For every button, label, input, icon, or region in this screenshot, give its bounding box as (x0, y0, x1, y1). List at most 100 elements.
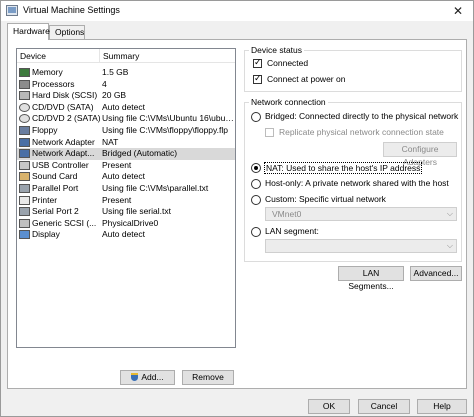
column-header-device[interactable]: Device (20, 51, 46, 61)
device-summary: NAT (102, 136, 119, 147)
device-name: Floppy (32, 124, 58, 135)
device-row-generic-scsi[interactable]: Generic SCSI (... PhysicalDrive0 (17, 218, 235, 230)
device-status-title: Device status (249, 45, 305, 55)
scsi-icon (19, 218, 30, 228)
add-button-label: Add... (141, 372, 164, 382)
title-bar: Virtual Machine Settings ✕ (1, 1, 473, 21)
custom-radio[interactable] (251, 195, 261, 205)
device-summary: Bridged (Automatic) (102, 148, 178, 159)
column-header-summary[interactable]: Summary (99, 49, 139, 63)
lan-segment-select[interactable]: ⌵ (265, 239, 457, 253)
memory-icon (19, 68, 30, 77)
host-only-label[interactable]: Host-only: A private network shared with… (265, 178, 449, 188)
parallel-port-icon (19, 183, 30, 193)
device-summary: PhysicalDrive0 (102, 217, 159, 228)
custom-network-value: VMnet0 (272, 209, 302, 219)
configure-adapters-button[interactable]: Configure Adapters (383, 142, 457, 167)
add-device-button[interactable]: Add... (120, 370, 175, 385)
device-summary: 4 (102, 78, 107, 89)
device-summary: Auto detect (102, 171, 146, 182)
replicate-state-checkbox[interactable] (265, 128, 274, 137)
device-row-printer[interactable]: Printer Present (17, 195, 235, 207)
device-row-cd-dvd-2[interactable]: CD/DVD 2 (SATA) Using file C:\VMs\Ubuntu … (17, 113, 235, 125)
custom-label[interactable]: Custom: Specific virtual network (265, 194, 386, 204)
device-name: Parallel Port (32, 182, 79, 193)
replicate-state-label[interactable]: Replicate physical network connection st… (279, 127, 444, 137)
device-row-hard-disk[interactable]: Hard Disk (SCSI) 20 GB (17, 90, 235, 102)
device-row-usb-controller[interactable]: USB Controller Present (17, 160, 235, 172)
window-title: Virtual Machine Settings (23, 5, 120, 15)
bridged-label[interactable]: Bridged: Connected directly to the physi… (265, 111, 458, 121)
printer-icon (19, 195, 30, 205)
device-name: CD/DVD (SATA) (32, 101, 94, 112)
tab-hardware[interactable]: Hardware (7, 23, 50, 40)
device-row-floppy[interactable]: Floppy Using file C:\VMs\floppy\floppy.fl… (17, 125, 235, 137)
serial-port-icon (19, 207, 30, 217)
device-name: Serial Port 2 (32, 206, 79, 217)
network-adapter-icon (19, 149, 30, 159)
chevron-down-icon: ⌵ (446, 241, 453, 250)
device-summary: 1.5 GB (102, 67, 129, 77)
network-connection-title: Network connection (249, 97, 328, 107)
connect-at-power-on-checkbox[interactable] (253, 73, 262, 84)
custom-network-select[interactable]: VMnet0 ⌵ (265, 207, 457, 221)
nat-radio[interactable] (251, 163, 261, 173)
cd-dvd-icon (19, 114, 30, 124)
lan-segments-button[interactable]: LAN Segments... (338, 266, 404, 291)
sound-card-icon (19, 172, 30, 182)
device-summary: Auto detect (102, 101, 146, 112)
close-icon[interactable]: ✕ (443, 1, 473, 21)
device-list-header: Device Summary (17, 49, 235, 63)
device-name: Display (32, 229, 60, 240)
device-name: Sound Card (32, 171, 78, 182)
network-connection-group: Network connection Bridged: Connected di… (244, 97, 462, 262)
chevron-down-icon: ⌵ (446, 209, 453, 218)
connect-at-power-on-label[interactable]: Connect at power on (267, 74, 345, 84)
device-summary: Present (102, 194, 132, 205)
lan-segment-label[interactable]: LAN segment: (265, 226, 319, 236)
device-summary: Using file C:\VMs\parallel.txt (102, 182, 209, 193)
ok-button[interactable]: OK (308, 399, 350, 414)
device-summary: Using file C:\VMs\Ubuntu 16\ubun... (102, 113, 234, 124)
device-row-cd-dvd[interactable]: CD/DVD (SATA) Auto detect (17, 102, 235, 114)
device-row-display[interactable]: Display Auto detect (17, 229, 235, 241)
device-row-processors[interactable]: Processors 4 (17, 79, 235, 91)
vm-settings-icon (6, 5, 18, 16)
device-row-network-adapter[interactable]: Network Adapter NAT (17, 137, 235, 149)
processor-icon (19, 79, 30, 89)
uac-shield-icon (131, 373, 139, 381)
device-name: Processors (32, 78, 75, 89)
remove-device-button[interactable]: Remove (182, 370, 234, 385)
hardware-panel: Device Summary Memory 1.5 GB Processors 4 … (7, 39, 467, 389)
device-summary: Using file serial.txt (102, 206, 171, 217)
nat-label[interactable]: NAT: Used to share the host's IP address (264, 162, 423, 174)
device-name: Network Adapter (32, 136, 95, 147)
connected-checkbox[interactable] (253, 57, 262, 68)
host-only-radio[interactable] (251, 179, 261, 189)
device-status-group: Device status Connected Connect at power… (244, 45, 462, 92)
device-summary: Using file C:\VMs\floppy\floppy.flp (102, 124, 228, 135)
device-rows: Memory 1.5 GB Processors 4 Hard Disk (SCSI… (17, 67, 235, 241)
device-summary: Present (102, 159, 132, 170)
cancel-button[interactable]: Cancel (358, 399, 410, 414)
device-name: Generic SCSI (... (32, 217, 97, 228)
bridged-radio[interactable] (251, 112, 261, 122)
device-row-memory[interactable]: Memory 1.5 GB (17, 67, 235, 79)
lan-segment-radio[interactable] (251, 227, 261, 237)
tab-options[interactable]: Options (49, 25, 85, 39)
device-row-sound-card[interactable]: Sound Card Auto detect (17, 171, 235, 183)
device-list[interactable]: Device Summary Memory 1.5 GB Processors 4 … (16, 48, 236, 348)
device-name: Hard Disk (SCSI) (32, 90, 98, 101)
device-row-parallel-port[interactable]: Parallel Port Using file C:\VMs\parallel.… (17, 183, 235, 195)
device-row-serial-port-2[interactable]: Serial Port 2 Using file serial.txt (17, 206, 235, 218)
cd-dvd-icon (19, 102, 30, 112)
floppy-icon (19, 125, 30, 135)
network-adapter-icon (19, 137, 30, 147)
connected-label[interactable]: Connected (267, 58, 308, 68)
advanced-button[interactable]: Advanced... (410, 266, 462, 281)
device-name: Memory (32, 67, 63, 77)
device-summary: 20 GB (102, 90, 127, 101)
hard-disk-icon (19, 91, 30, 101)
help-button[interactable]: Help (417, 399, 467, 414)
device-row-network-adapter-2[interactable]: Network Adapt... Bridged (Automatic) (17, 148, 235, 160)
